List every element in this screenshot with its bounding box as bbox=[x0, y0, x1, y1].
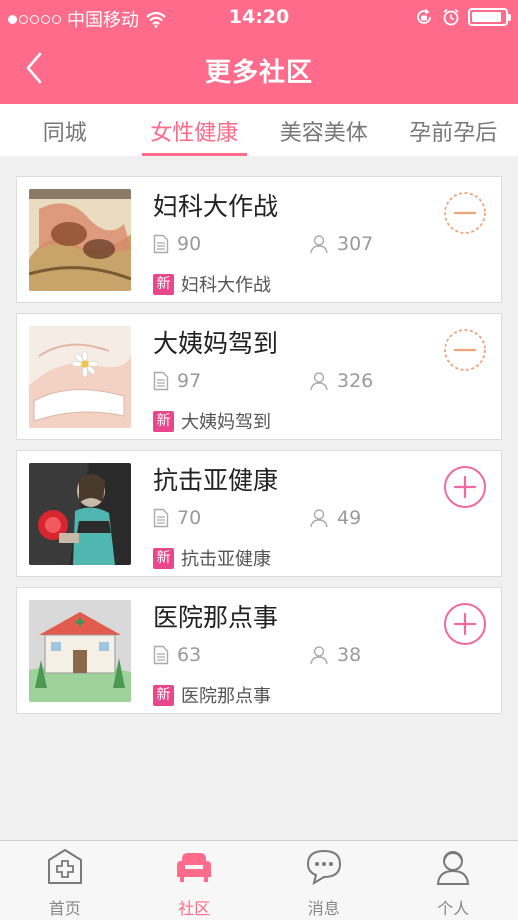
post-count-value: 70 bbox=[177, 507, 202, 529]
member-count: 307 bbox=[309, 233, 373, 255]
document-icon bbox=[153, 508, 169, 528]
community-name: 妇科大作战 bbox=[153, 192, 279, 221]
new-badge: 新 bbox=[153, 684, 174, 706]
community-card[interactable]: 医院那点事 63 38 新 医院那点事 bbox=[16, 587, 502, 714]
post-count: 97 bbox=[153, 370, 201, 392]
tabbar-home-label: 首页 bbox=[48, 899, 81, 918]
latest-topic-text: 医院那点事 bbox=[181, 686, 271, 707]
orientation-lock-icon bbox=[417, 8, 431, 24]
community-thumbnail bbox=[29, 326, 131, 428]
tabbar-messages[interactable]: 消息 bbox=[259, 841, 389, 920]
community-thumbnail bbox=[29, 463, 131, 565]
latest-topic: 新 大姨妈驾到 bbox=[153, 408, 271, 434]
person-outline-icon bbox=[310, 646, 328, 665]
person-outline-icon bbox=[310, 509, 328, 528]
tab-pregnancy[interactable]: 孕前孕后 bbox=[389, 104, 518, 156]
latest-topic: 新 妇科大作战 bbox=[153, 271, 271, 297]
chat-bubble-icon bbox=[306, 849, 341, 886]
new-badge: 新 bbox=[153, 273, 174, 295]
category-tabs: 同城 女性健康 美容美体 孕前孕后 bbox=[0, 104, 518, 156]
alarm-icon bbox=[443, 8, 459, 26]
community-list: 妇科大作战 90 307 新 妇科大作战 大姨妈驾到 97 326 新 大姨妈驾… bbox=[16, 176, 502, 724]
post-count: 70 bbox=[153, 507, 201, 529]
new-badge: 新 bbox=[153, 410, 174, 432]
post-count: 63 bbox=[153, 644, 201, 666]
latest-topic-text: 妇科大作战 bbox=[181, 275, 271, 296]
post-count-value: 90 bbox=[177, 233, 202, 255]
tab-beauty[interactable]: 美容美体 bbox=[259, 104, 389, 156]
community-name: 医院那点事 bbox=[153, 603, 279, 632]
member-count-value: 326 bbox=[337, 370, 374, 392]
status-right bbox=[414, 7, 511, 27]
latest-topic: 新 医院那点事 bbox=[153, 682, 271, 708]
member-count: 38 bbox=[309, 644, 361, 666]
latest-topic-text: 抗击亚健康 bbox=[181, 549, 271, 570]
post-count-value: 97 bbox=[177, 370, 202, 392]
post-count: 90 bbox=[153, 233, 201, 255]
tabbar-community-label: 社区 bbox=[178, 899, 211, 918]
community-card[interactable]: 抗击亚健康 70 49 新 抗击亚健康 bbox=[16, 450, 502, 577]
community-card[interactable]: 妇科大作战 90 307 新 妇科大作战 bbox=[16, 176, 502, 303]
nav-bar: 更多社区 bbox=[0, 34, 518, 104]
join-community-icon[interactable] bbox=[443, 602, 487, 646]
person-outline-icon bbox=[310, 235, 328, 254]
battery-fill bbox=[472, 12, 501, 22]
status-bar: 中国移动 14:20 bbox=[0, 0, 518, 34]
join-community-icon[interactable] bbox=[443, 465, 487, 509]
tabbar-profile-label: 个人 bbox=[437, 899, 470, 918]
battery-icon bbox=[468, 8, 511, 26]
community-name: 抗击亚健康 bbox=[153, 466, 279, 495]
community-thumbnail bbox=[29, 189, 131, 291]
document-icon bbox=[153, 234, 169, 254]
tabbar-home[interactable]: 首页 bbox=[0, 841, 130, 920]
community-card[interactable]: 大姨妈驾到 97 326 新 大姨妈驾到 bbox=[16, 313, 502, 440]
document-icon bbox=[153, 371, 169, 391]
bottom-tab-bar: 首页 社区 消息 个人 bbox=[0, 840, 518, 920]
person-outline-icon bbox=[310, 372, 328, 391]
leave-community-icon[interactable] bbox=[443, 191, 487, 235]
new-badge: 新 bbox=[153, 547, 174, 569]
member-count-value: 49 bbox=[337, 507, 362, 529]
tabbar-community[interactable]: 社区 bbox=[130, 841, 260, 920]
tabbar-messages-label: 消息 bbox=[307, 899, 340, 918]
person-icon bbox=[437, 851, 470, 885]
leave-community-icon[interactable] bbox=[443, 328, 487, 372]
sofa-icon bbox=[177, 853, 212, 882]
member-count: 49 bbox=[309, 507, 361, 529]
tab-womens-health[interactable]: 女性健康 bbox=[130, 104, 260, 156]
member-count-value: 38 bbox=[337, 644, 362, 666]
tabbar-profile[interactable]: 个人 bbox=[389, 841, 518, 920]
tab-tongcheng[interactable]: 同城 bbox=[0, 104, 130, 156]
community-thumbnail bbox=[29, 600, 131, 702]
document-icon bbox=[153, 645, 169, 665]
member-count: 326 bbox=[309, 370, 373, 392]
home-cross-icon bbox=[47, 849, 82, 884]
page-title: 更多社区 bbox=[204, 58, 313, 88]
post-count-value: 63 bbox=[177, 644, 202, 666]
community-name: 大姨妈驾到 bbox=[153, 329, 279, 358]
member-count-value: 307 bbox=[337, 233, 374, 255]
latest-topic-text: 大姨妈驾到 bbox=[181, 412, 271, 433]
latest-topic: 新 抗击亚健康 bbox=[153, 545, 271, 571]
